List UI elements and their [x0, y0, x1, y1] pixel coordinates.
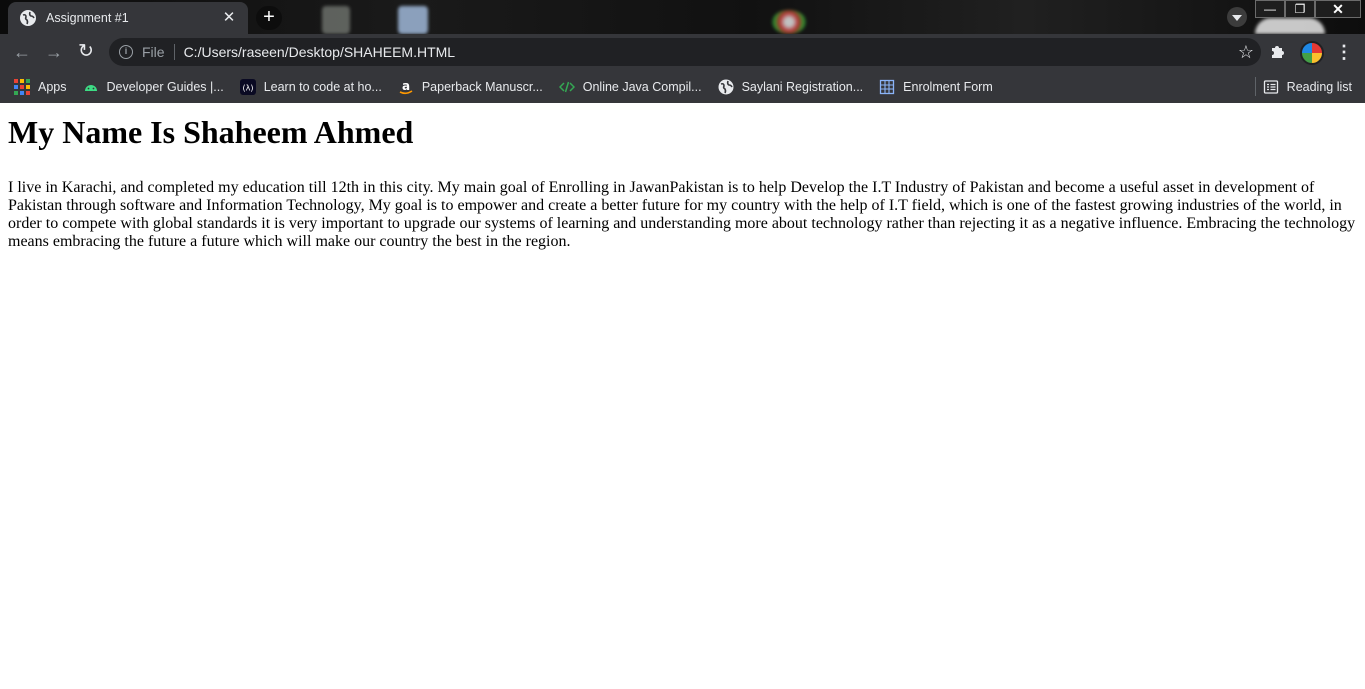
android-icon [83, 79, 99, 95]
svg-text:(λ): (λ) [242, 83, 253, 92]
wallpaper-fragment [1255, 18, 1325, 34]
svg-text:a: a [402, 79, 410, 93]
form-grid-icon [879, 79, 895, 95]
page-content: My Name Is Shaheem Ahmed I live in Karac… [0, 103, 1365, 689]
divider [173, 44, 175, 60]
wallpaper-fragment [398, 6, 428, 34]
bookmark-label: Paperback Manuscr... [421, 79, 543, 94]
url-scheme: File [142, 44, 165, 60]
bookmark-learn-to-code[interactable]: (λ) Learn to code at ho... [239, 78, 382, 95]
minimize-button[interactable]: — [1255, 0, 1285, 18]
code-icon [558, 79, 575, 95]
reading-list-label: Reading list [1286, 79, 1352, 94]
window-controls: — ❐ ✕ [1255, 0, 1361, 18]
puzzle-icon[interactable] [1268, 42, 1288, 62]
reload-icon[interactable]: ↻ [73, 40, 99, 64]
bookmark-enrolment-form[interactable]: Enrolment Form [879, 79, 993, 95]
back-arrow-icon[interactable]: ← [9, 40, 35, 64]
close-window-button[interactable]: ✕ [1315, 0, 1361, 18]
url-text[interactable]: C:/Users/raseen/Desktop/SHAHEEM.HTML [184, 44, 1231, 60]
restore-button[interactable]: ❐ [1285, 0, 1315, 18]
page-paragraph: I live in Karachi, and completed my educ… [8, 179, 1356, 250]
wallpaper-fragment [772, 10, 806, 34]
kebab-menu-icon[interactable]: ⋮ [1334, 40, 1354, 64]
page-heading: My Name Is Shaheem Ahmed [8, 114, 414, 150]
bookmark-label: Learn to code at ho... [263, 79, 382, 94]
bookmarks-bar: Apps Developer Guides |... (λ) Learn to … [0, 70, 1365, 103]
title-bar: Assignment #1 ✕ + — ❐ ✕ [0, 0, 1365, 34]
info-icon[interactable]: i [119, 45, 133, 59]
bookmark-label: Developer Guides |... [106, 79, 224, 94]
bookmark-developer-guides[interactable]: Developer Guides |... [83, 79, 224, 95]
close-icon[interactable]: ✕ [220, 9, 238, 27]
avatar[interactable] [1300, 41, 1324, 65]
address-bar[interactable]: i File C:/Users/raseen/Desktop/SHAHEEM.H… [109, 38, 1261, 66]
bookmark-paperback[interactable]: a Paperback Manuscr... [398, 79, 543, 95]
star-icon[interactable]: ☆ [1231, 42, 1261, 63]
active-tab[interactable]: Assignment #1 ✕ [8, 2, 248, 34]
new-tab-button[interactable]: + [256, 6, 282, 30]
globe-icon [718, 79, 734, 95]
bookmark-label: Enrolment Form [903, 79, 993, 94]
bookmark-java-compiler[interactable]: Online Java Compil... [558, 79, 702, 95]
bookmark-saylani[interactable]: Saylani Registration... [718, 79, 864, 95]
apps-grid-icon [14, 78, 30, 95]
tab-search-icon[interactable] [1227, 7, 1247, 27]
forward-arrow-icon[interactable]: → [41, 40, 67, 64]
freecodecamp-icon: (λ) [239, 78, 256, 95]
divider [1255, 77, 1256, 96]
bookmark-label: Apps [38, 79, 67, 94]
bookmark-label: Online Java Compil... [582, 79, 702, 94]
amazon-icon: a [398, 79, 414, 95]
wallpaper-fragment [322, 6, 350, 34]
browser-toolbar: ← → ↻ i File C:/Users/raseen/Desktop/SHA… [0, 34, 1365, 70]
bookmark-label: Saylani Registration... [741, 79, 864, 94]
bookmark-apps[interactable]: Apps [14, 78, 67, 95]
globe-icon [20, 10, 36, 26]
tab-title: Assignment #1 [46, 11, 129, 25]
reading-list-icon [1263, 79, 1279, 95]
reading-list-button[interactable]: Reading list [1263, 70, 1352, 103]
